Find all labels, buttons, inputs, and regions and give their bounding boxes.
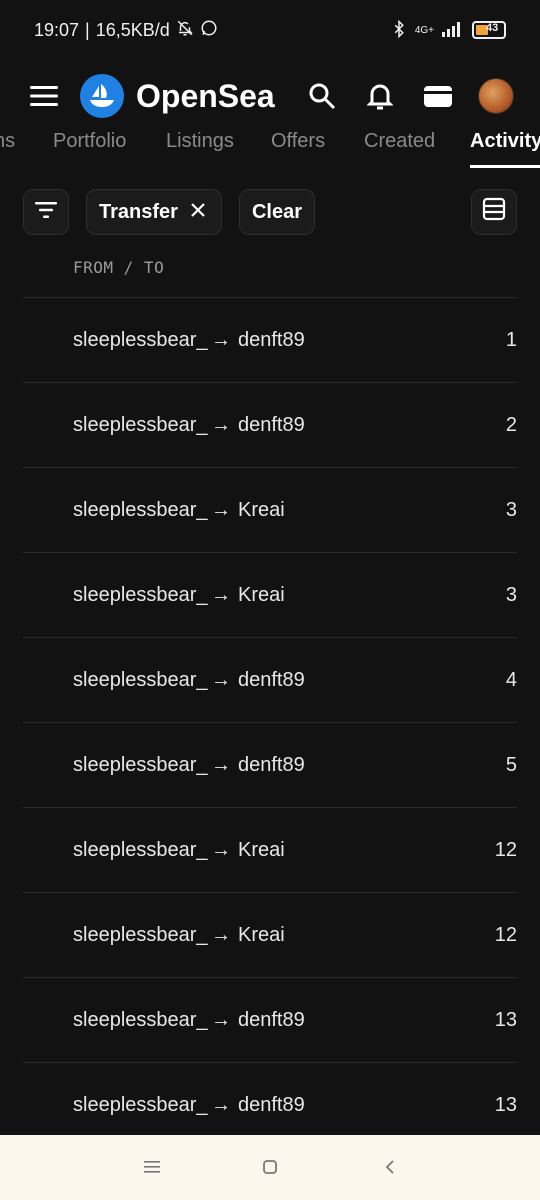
to-user[interactable]: Kreai: [238, 499, 285, 522]
to-user[interactable]: Kreai: [238, 839, 285, 862]
quantity: 3: [505, 499, 517, 521]
bell-icon[interactable]: [362, 78, 398, 114]
filter-button[interactable]: [23, 189, 69, 235]
arrow-right-icon: →: [211, 499, 231, 521]
activity-list: sleeplessbear_ → denft89 1 sleeplessbear…: [23, 297, 517, 1147]
arrow-right-icon: →: [211, 754, 231, 776]
tab-offers[interactable]: Offers: [271, 130, 325, 158]
table-row[interactable]: sleeplessbear_ → Kreai 12: [23, 892, 517, 977]
search-icon[interactable]: [304, 78, 340, 114]
to-user[interactable]: Kreai: [238, 584, 285, 607]
network-type: 4G+: [414, 24, 434, 36]
tab-portfolio[interactable]: Portfolio: [53, 130, 126, 158]
tab-listings[interactable]: Listings: [166, 130, 234, 158]
to-user[interactable]: denft89: [238, 1094, 305, 1117]
header-actions: [304, 78, 514, 114]
muted-bell-icon: [176, 19, 194, 42]
status-right: 4G+ 43: [391, 19, 506, 41]
arrow-right-icon: →: [211, 584, 231, 606]
active-tab-indicator: [470, 165, 540, 168]
quantity: 3: [505, 584, 517, 606]
table-row[interactable]: sleeplessbear_ → Kreai 12: [23, 807, 517, 892]
bluetooth-icon: [391, 19, 407, 41]
from-user[interactable]: sleeplessbear_: [73, 669, 208, 692]
from-user[interactable]: sleeplessbear_: [73, 924, 208, 947]
battery-level: 43: [486, 22, 499, 34]
battery-icon: 43: [472, 21, 506, 39]
to-user[interactable]: denft89: [238, 414, 305, 437]
to-user[interactable]: denft89: [238, 329, 305, 352]
from-user[interactable]: sleeplessbear_: [73, 584, 208, 607]
status-bar: 19:07 | 16,5KB/d 4G+ 43: [0, 0, 540, 60]
table-row[interactable]: sleeplessbear_ → denft89 4: [23, 637, 517, 722]
table-row[interactable]: sleeplessbear_ → denft89 2: [23, 382, 517, 467]
transfer-filter-chip[interactable]: Transfer: [86, 189, 222, 235]
from-user[interactable]: sleeplessbear_: [73, 499, 208, 522]
signal-icon: [442, 21, 464, 40]
from-user[interactable]: sleeplessbear_: [73, 414, 208, 437]
tab-collections[interactable]: ns: [0, 130, 15, 158]
to-user[interactable]: denft89: [238, 669, 305, 692]
tab-created[interactable]: Created: [364, 130, 435, 158]
arrow-right-icon: →: [211, 669, 231, 691]
quantity: 12: [494, 839, 517, 861]
quantity: 13: [494, 1094, 517, 1116]
system-nav-bar: [0, 1135, 540, 1200]
table-row[interactable]: sleeplessbear_ → denft89 13: [23, 977, 517, 1062]
from-user[interactable]: sleeplessbear_: [73, 754, 208, 777]
quantity: 5: [505, 754, 517, 776]
opensea-logo-icon: [80, 74, 124, 118]
arrow-right-icon: →: [211, 329, 231, 351]
arrow-right-icon: →: [211, 1094, 231, 1116]
quantity: 1: [505, 329, 517, 351]
recent-apps-icon[interactable]: [140, 1155, 164, 1179]
wallet-icon[interactable]: [420, 78, 456, 114]
quantity: 12: [494, 924, 517, 946]
status-separator: |: [85, 19, 90, 40]
home-icon[interactable]: [258, 1155, 282, 1179]
to-user[interactable]: denft89: [238, 754, 305, 777]
table-row[interactable]: sleeplessbear_ → Kreai 3: [23, 467, 517, 552]
quantity: 4: [505, 669, 517, 691]
brand-name: OpenSea: [136, 77, 275, 114]
close-icon[interactable]: [190, 201, 206, 224]
arrow-right-icon: →: [211, 1009, 231, 1031]
filter-icon: [35, 201, 57, 224]
quantity: 13: [494, 1009, 517, 1031]
to-user[interactable]: Kreai: [238, 924, 285, 947]
back-icon[interactable]: [378, 1155, 402, 1179]
hamburger-menu-icon[interactable]: [26, 78, 62, 114]
table-row[interactable]: sleeplessbear_ → denft89 5: [23, 722, 517, 807]
tab-activity[interactable]: Activity: [470, 130, 540, 158]
from-user[interactable]: sleeplessbear_: [73, 329, 208, 352]
app-header: OpenSea: [0, 62, 540, 130]
tab-bar: ns Portfolio Listings Offers Created Act…: [0, 130, 540, 170]
brand[interactable]: OpenSea: [80, 74, 275, 118]
status-time: 19:07: [34, 19, 80, 40]
list-view-icon: [482, 197, 506, 227]
quantity: 2: [505, 414, 517, 436]
status-left: 19:07 | 16,5KB/d: [34, 19, 218, 42]
avatar[interactable]: [478, 78, 514, 114]
arrow-right-icon: →: [211, 924, 231, 946]
table-row[interactable]: sleeplessbear_ → denft89 1: [23, 297, 517, 382]
status-network-speed: 16,5KB/d: [95, 19, 170, 40]
filter-row: Transfer Clear: [23, 189, 517, 235]
from-user[interactable]: sleeplessbear_: [73, 1094, 208, 1117]
to-user[interactable]: denft89: [238, 1009, 305, 1032]
from-user[interactable]: sleeplessbear_: [73, 1009, 208, 1032]
arrow-right-icon: →: [211, 839, 231, 861]
clear-button[interactable]: Clear: [239, 189, 315, 235]
whatsapp-icon: [200, 19, 218, 42]
arrow-right-icon: →: [211, 414, 231, 436]
view-toggle-button[interactable]: [471, 189, 517, 235]
transfer-chip-label: Transfer: [99, 200, 178, 223]
table-row[interactable]: sleeplessbear_ → Kreai 3: [23, 552, 517, 637]
column-header-from-to: FROM / TO: [73, 258, 165, 277]
from-user[interactable]: sleeplessbear_: [73, 839, 208, 862]
